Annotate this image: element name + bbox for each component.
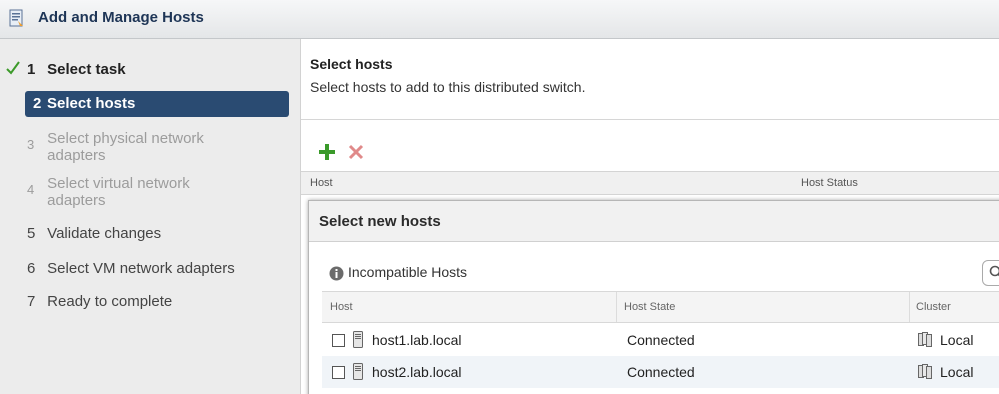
col-host[interactable]: Host <box>310 177 333 189</box>
row-checkbox[interactable] <box>332 334 345 347</box>
wizard-steps: 1 Select task 2 Select hosts 3 Select phy… <box>0 39 301 394</box>
section-description: Select hosts to add to this distributed … <box>310 79 586 95</box>
info-icon[interactable] <box>329 266 344 281</box>
cluster-icon <box>918 332 932 347</box>
host-state: Connected <box>627 332 695 348</box>
step-validate-changes[interactable]: 5 Validate changes <box>27 225 289 242</box>
wizard-icon <box>9 9 23 27</box>
search-icon <box>989 265 999 277</box>
remove-host-icon[interactable] <box>348 144 364 160</box>
column-divider <box>616 292 617 322</box>
host-state: Connected <box>627 364 695 380</box>
cluster-name: Local <box>940 364 974 380</box>
table-header: Host Host State Cluster <box>322 291 999 323</box>
title-bar: Add and Manage Hosts <box>0 0 999 39</box>
divider <box>301 119 999 120</box>
step-select-task[interactable]: 1 Select task <box>27 61 289 78</box>
col-cluster[interactable]: Cluster <box>916 301 951 313</box>
incompatible-hosts-link[interactable]: Incompatible Hosts <box>348 264 467 280</box>
step-ready-to-complete[interactable]: 7 Ready to complete <box>27 293 289 310</box>
table-row[interactable]: host1.lab.local Connected Local <box>322 324 999 356</box>
window-title: Add and Manage Hosts <box>38 9 204 26</box>
row-checkbox[interactable] <box>332 366 345 379</box>
dialog-title: Select new hosts <box>319 213 441 230</box>
col-host-state[interactable]: Host State <box>624 301 675 313</box>
host-server-icon <box>353 331 363 348</box>
filter-search-box[interactable] <box>982 260 999 286</box>
checkmark-icon <box>6 61 20 75</box>
column-divider <box>909 292 910 322</box>
col-host[interactable]: Host <box>330 301 353 313</box>
cluster-icon <box>918 364 932 379</box>
col-host-status[interactable]: Host Status <box>801 177 858 189</box>
dialog-header: Select new hosts <box>309 201 999 242</box>
section-title: Select hosts <box>310 56 393 72</box>
cluster-name: Local <box>940 332 974 348</box>
host-name: host1.lab.local <box>372 332 462 348</box>
hosts-table-header: Host Host Status <box>301 171 999 195</box>
step-select-physical-adapters: 3 Select physical network adapters <box>27 130 204 164</box>
add-host-icon[interactable] <box>318 143 336 161</box>
step-select-hosts[interactable]: 2 Select hosts <box>25 91 289 117</box>
wizard-window: Add and Manage Hosts 1 Select task 2 Sele… <box>0 0 999 394</box>
host-name: host2.lab.local <box>372 364 462 380</box>
table-row[interactable]: host2.lab.local Connected Local <box>322 356 999 388</box>
step-select-virtual-adapters: 4 Select virtual network adapters <box>27 175 190 209</box>
select-new-hosts-dialog: Select new hosts Incompatible Hosts Host… <box>308 200 999 394</box>
step-select-vm-adapters[interactable]: 6 Select VM network adapters <box>27 260 289 277</box>
host-server-icon <box>353 363 363 380</box>
